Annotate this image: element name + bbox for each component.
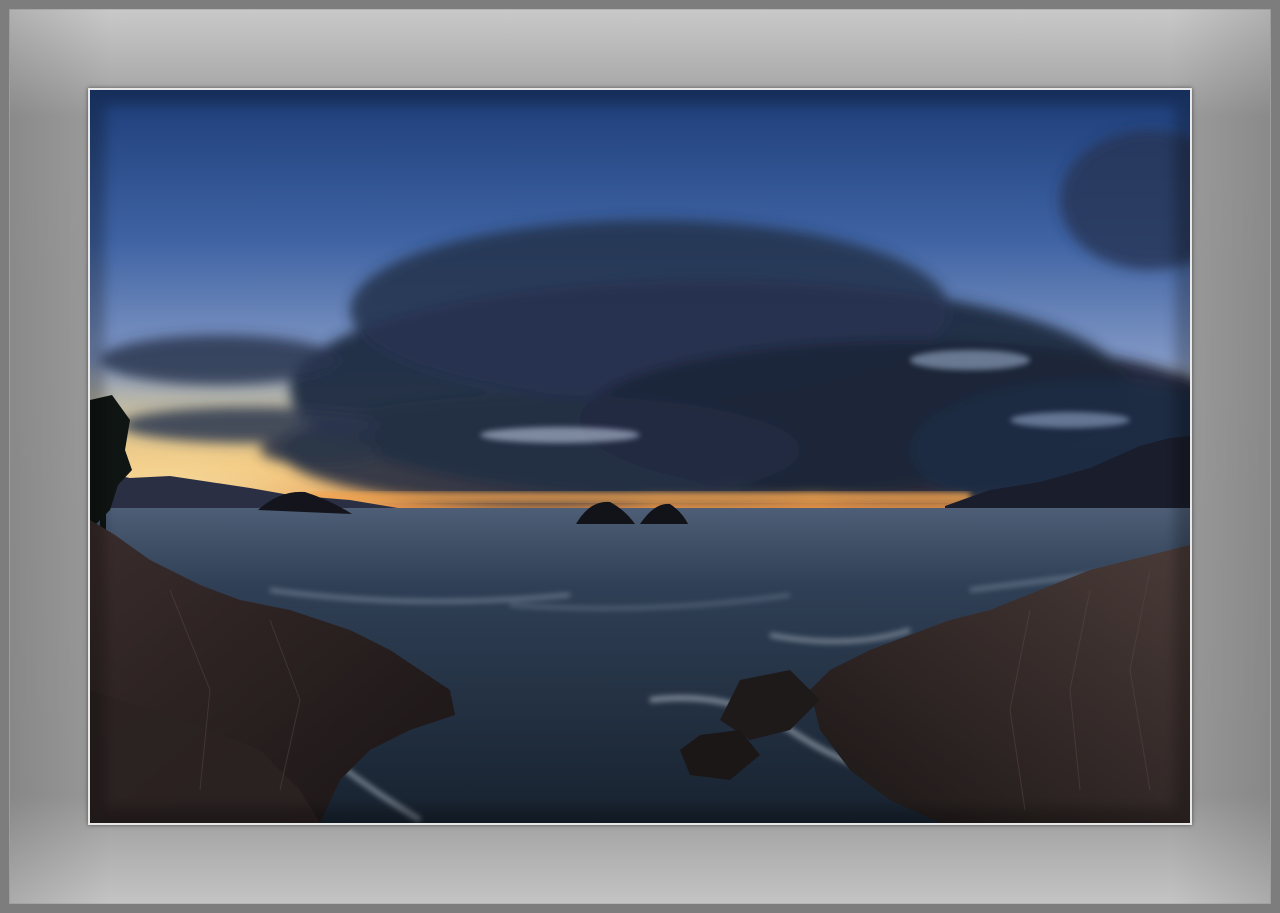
- horizon-band: [310, 492, 970, 502]
- seascape-photo: [90, 90, 1190, 823]
